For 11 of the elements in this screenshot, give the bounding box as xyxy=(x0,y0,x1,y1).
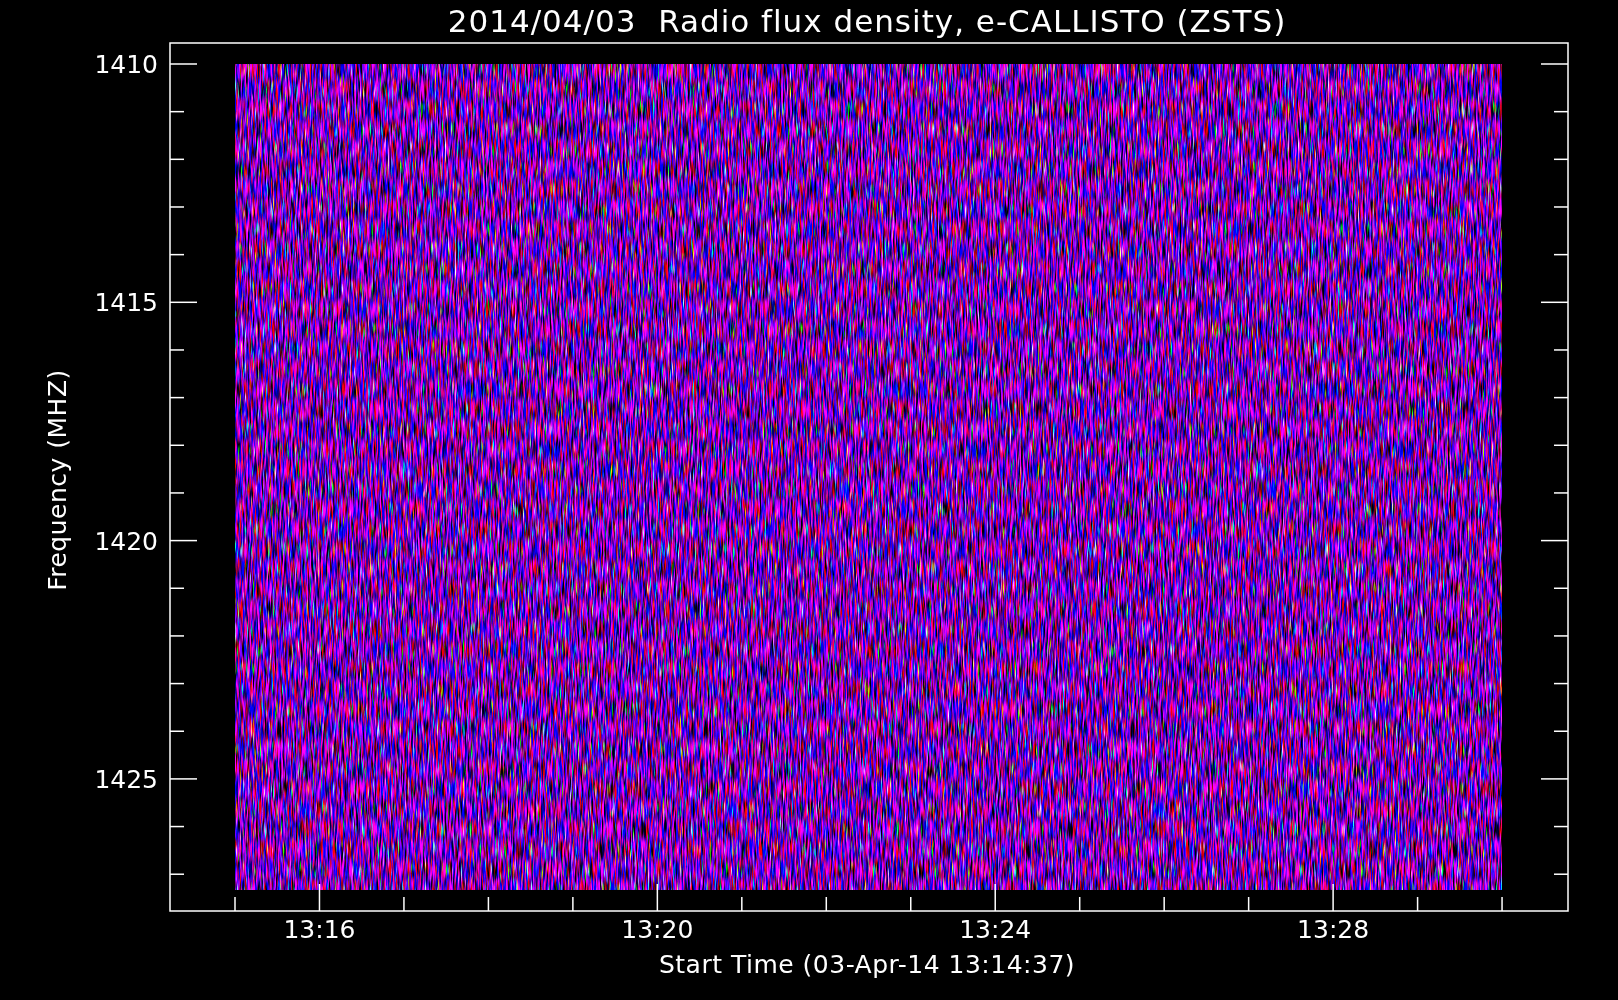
x-tick-label: 13:16 xyxy=(283,915,356,944)
y-axis-label: Frequency (MHZ) xyxy=(43,369,72,591)
y-tick-label: 1420 xyxy=(94,526,158,556)
x-tick-label: 13:28 xyxy=(1297,915,1370,944)
x-axis-label: Start Time (03-Apr-14 13:14:37) xyxy=(658,950,1076,979)
x-tick-label: 13:20 xyxy=(621,915,694,944)
y-tick-label: 1410 xyxy=(94,50,158,79)
y-tick-label: 1415 xyxy=(94,288,158,318)
chart-title: 2014/04/03 Radio flux density, e-CALLISTO (ZSTS) xyxy=(447,3,1287,39)
y-tick-label: 1425 xyxy=(94,764,158,794)
x-tick-label: 13:24 xyxy=(959,915,1032,944)
